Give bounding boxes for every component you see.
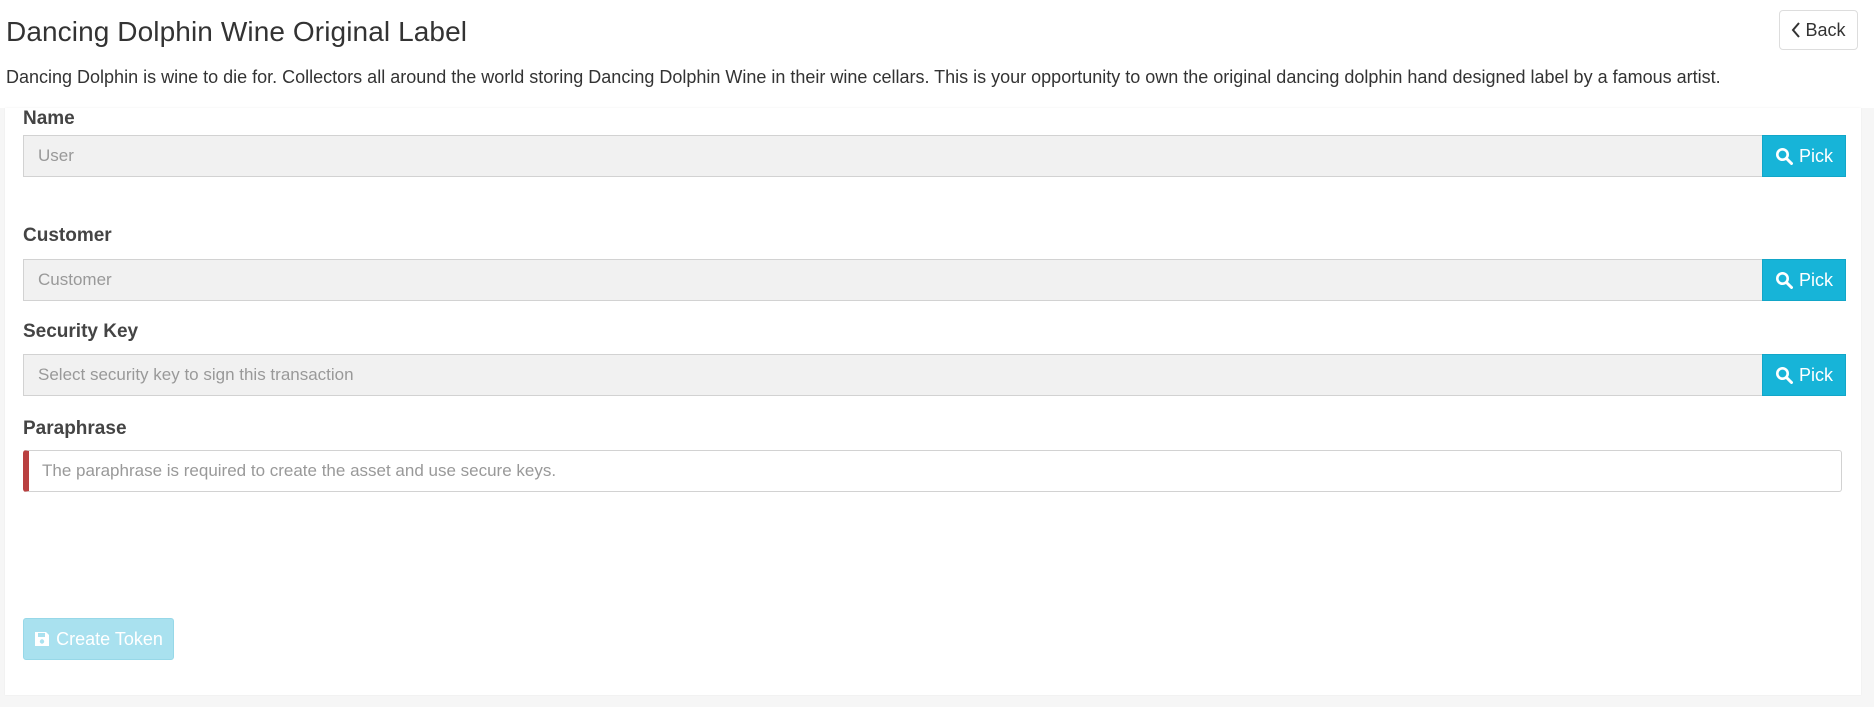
pick-label: Pick bbox=[1798, 269, 1833, 290]
page-description: Dancing Dolphin is wine to die for. Coll… bbox=[6, 67, 1721, 87]
page-title: Dancing Dolphin Wine Original Label bbox=[6, 16, 468, 47]
save-icon bbox=[34, 631, 50, 647]
name-label: Name bbox=[23, 108, 75, 129]
name-input-group: Pick bbox=[23, 135, 1846, 177]
paraphrase-input[interactable] bbox=[29, 451, 1841, 491]
page-header: Dancing Dolphin Wine Original Label Danc… bbox=[0, 0, 1874, 108]
customer-label: Customer bbox=[23, 225, 112, 246]
create-token-button[interactable]: Create Token bbox=[23, 618, 174, 660]
pick-label: Pick bbox=[1798, 145, 1833, 166]
search-icon bbox=[1775, 366, 1793, 384]
security-key-input-group: Pick bbox=[23, 354, 1846, 396]
paraphrase-field bbox=[23, 450, 1842, 492]
security-key-label: Security Key bbox=[23, 321, 139, 342]
create-token-label: Create Token bbox=[56, 628, 163, 649]
pick-label: Pick bbox=[1798, 364, 1833, 385]
page: Dancing Dolphin Wine Original Label Danc… bbox=[0, 0, 1874, 707]
chevron-left-icon bbox=[1791, 22, 1801, 38]
back-button[interactable]: Back bbox=[1779, 10, 1858, 50]
customer-input[interactable] bbox=[23, 259, 1762, 301]
customer-input-group: Pick bbox=[23, 259, 1846, 301]
security-key-input[interactable] bbox=[23, 354, 1762, 396]
paraphrase-label: Paraphrase bbox=[23, 418, 127, 439]
back-button-label: Back bbox=[1805, 19, 1846, 40]
search-icon bbox=[1775, 271, 1793, 289]
token-form: Name Pick Customer Pick Security Key bbox=[5, 108, 1861, 695]
security-key-pick-button[interactable]: Pick bbox=[1762, 354, 1846, 396]
name-input[interactable] bbox=[23, 135, 1762, 177]
search-icon bbox=[1775, 147, 1793, 165]
name-pick-button[interactable]: Pick bbox=[1762, 135, 1846, 177]
customer-pick-button[interactable]: Pick bbox=[1762, 259, 1846, 301]
